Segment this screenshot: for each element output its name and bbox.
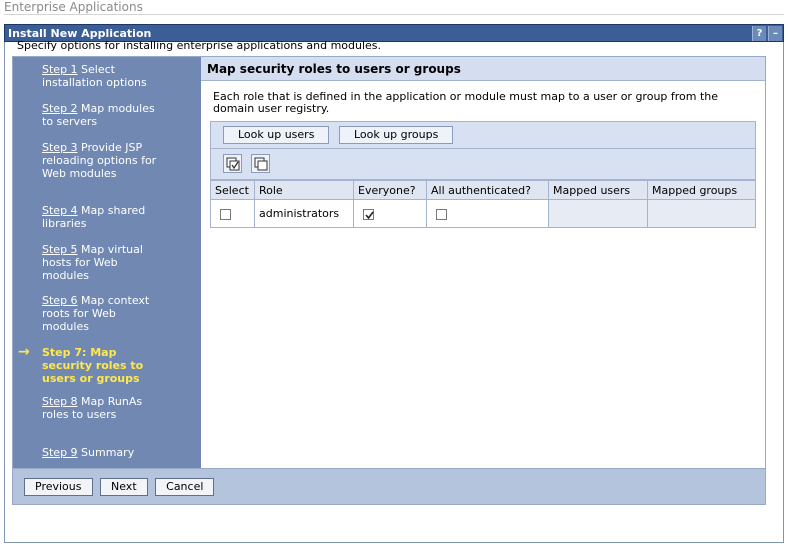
step-4-link[interactable]: Step 4	[42, 204, 78, 217]
wizard-footer: Previous Next Cancel	[12, 469, 766, 505]
col-everyone: Everyone?	[353, 180, 427, 200]
step-1-link[interactable]: Step 1	[42, 63, 78, 76]
col-mapped-users: Mapped users	[548, 180, 648, 200]
step-3-link[interactable]: Step 3	[42, 141, 78, 154]
step-8: Step 8 Map RunAs roles to users	[42, 395, 143, 421]
all-authenticated-checkbox[interactable]	[436, 208, 447, 220]
previous-button[interactable]: Previous	[24, 478, 93, 496]
intro-text: Specify options for installing enterpris…	[17, 39, 382, 52]
wizard-panel: Step 1 Select installation options Step …	[12, 56, 766, 469]
step-9-link[interactable]: Step 9	[42, 446, 78, 459]
roles-grid: Look up users Look up groups Select Role…	[210, 121, 756, 228]
look-up-groups-button[interactable]: Look up groups	[338, 126, 454, 144]
cancel-button[interactable]: Cancel	[155, 478, 215, 496]
current-step-arrow-icon: →	[18, 344, 30, 360]
steps-sidebar: Step 1 Select installation options Step …	[13, 57, 201, 468]
select-cell	[210, 199, 255, 228]
col-select: Select	[210, 180, 255, 200]
col-mapped-groups: Mapped groups	[647, 180, 756, 200]
step-2-link[interactable]: Step 2	[42, 102, 78, 115]
step-8-link[interactable]: Step 8	[42, 395, 78, 408]
table-row: administrators	[210, 199, 756, 228]
roles-table-header: Select Role Everyone? All authenticated?…	[210, 180, 756, 200]
step-3: Step 3 Provide JSP reloading options for…	[42, 141, 157, 180]
page-header: Enterprise Applications	[4, 0, 784, 15]
select-all-icon[interactable]	[223, 154, 242, 173]
step-5: Step 5 Map virtual hosts for Web modules	[42, 243, 143, 282]
select-checkbox[interactable]	[220, 208, 231, 220]
roles-table: Select Role Everyone? All authenticated?…	[210, 180, 756, 228]
minimize-icon[interactable]: –	[768, 26, 782, 41]
mapped-users-cell	[548, 199, 648, 228]
everyone-checkbox[interactable]	[363, 208, 374, 220]
step-2: Step 2 Map modules to servers	[42, 102, 155, 128]
step-7-current: Step 7: Map security roles to users or g…	[42, 346, 144, 385]
selection-icon-bar	[210, 149, 756, 180]
look-up-users-button[interactable]: Look up users	[223, 126, 330, 144]
step-4: Step 4 Map shared libraries	[42, 204, 146, 230]
deselect-all-icon[interactable]	[250, 154, 270, 173]
step-1: Step 1 Select installation options	[42, 63, 147, 89]
content-description: Each role that is defined in the applica…	[213, 90, 719, 115]
step-6: Step 6 Map context roots for Web modules	[42, 294, 150, 333]
step-9: Step 9 Summary	[42, 446, 135, 459]
next-button[interactable]: Next	[100, 478, 148, 496]
role-cell: administrators	[254, 199, 354, 228]
step-5-link[interactable]: Step 5	[42, 243, 78, 256]
col-all-authenticated: All authenticated?	[426, 180, 549, 200]
all-authenticated-cell	[426, 199, 549, 228]
help-icon[interactable]: ?	[752, 26, 766, 41]
mapped-groups-cell	[647, 199, 756, 228]
content-area: Map security roles to users or groups Ea…	[201, 57, 765, 468]
col-role: Role	[254, 180, 354, 200]
everyone-cell	[353, 199, 427, 228]
content-title: Map security roles to users or groups	[201, 57, 765, 81]
step-6-link[interactable]: Step 6	[42, 294, 78, 307]
lookup-button-bar: Look up users Look up groups	[210, 121, 756, 149]
